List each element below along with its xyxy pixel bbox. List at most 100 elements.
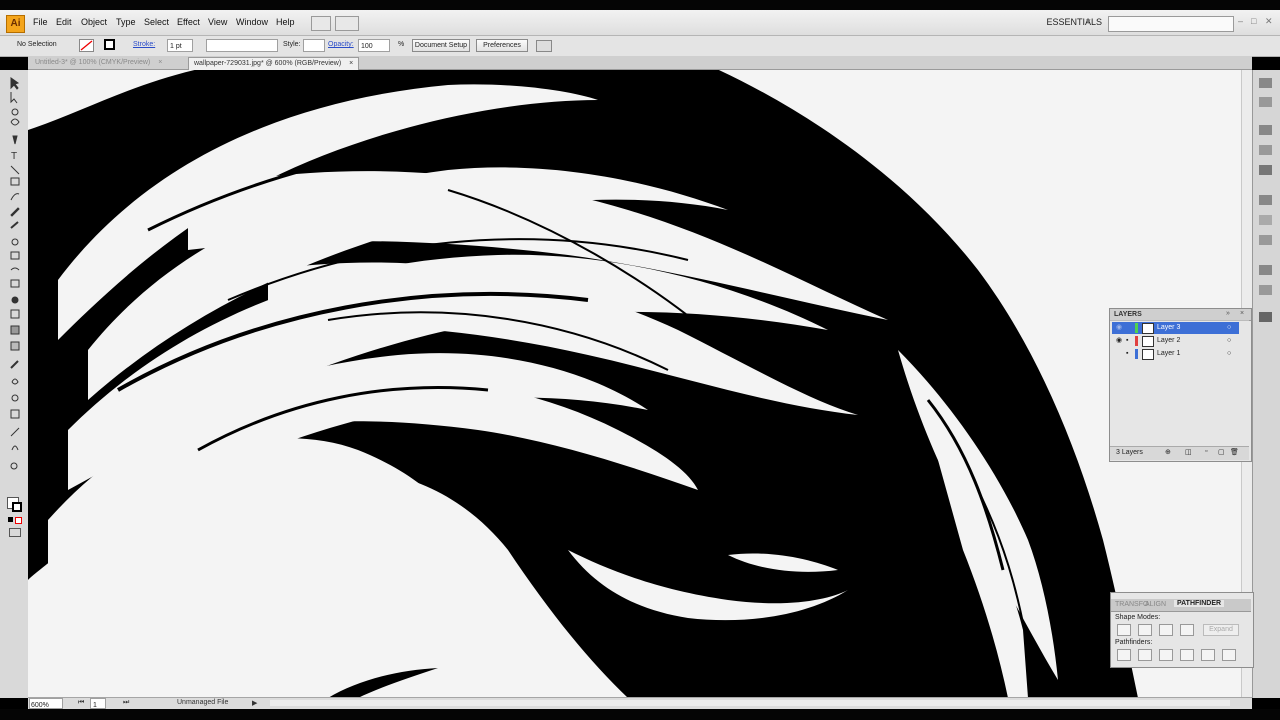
zoom-tool-icon: [10, 462, 18, 470]
layer-color-indicator: [1135, 323, 1138, 333]
brushes-icon[interactable]: [1259, 145, 1272, 155]
stroke-weight-field[interactable]: 1 pt: [167, 39, 193, 52]
symbols-icon[interactable]: [1259, 165, 1272, 175]
target-circle-icon[interactable]: ○: [1227, 322, 1231, 334]
arrange-documents-icon[interactable]: [335, 16, 359, 31]
shape-modes-label: Shape Modes:: [1115, 614, 1161, 621]
trim-icon[interactable]: [1138, 649, 1152, 661]
workspace-switcher[interactable]: ESSENTIALS: [1046, 17, 1102, 27]
menu-select[interactable]: Select: [144, 17, 169, 27]
menu-help[interactable]: Help: [276, 17, 295, 27]
minimize-icon[interactable]: –: [1238, 16, 1243, 26]
merge-icon[interactable]: [1159, 649, 1173, 661]
status-menu-arrow-icon[interactable]: ▶: [252, 699, 257, 707]
color-guide-icon[interactable]: [1259, 97, 1272, 107]
live-paint-tool-icon: [11, 394, 19, 402]
artboard-number-field[interactable]: 1: [90, 698, 106, 709]
artboard-canvas[interactable]: [28, 70, 1252, 698]
document-setup-button[interactable]: Document Setup: [412, 39, 470, 52]
chevron-down-icon[interactable]: ▾: [1086, 16, 1091, 27]
expand-button[interactable]: Expand: [1203, 624, 1239, 636]
appearance-icon[interactable]: [1259, 265, 1272, 275]
opacity-field[interactable]: 100: [358, 39, 390, 52]
make-clipping-mask-icon[interactable]: ◫: [1185, 448, 1192, 456]
intersect-icon[interactable]: [1159, 624, 1173, 636]
panel-collapse-icon[interactable]: »: [1226, 310, 1230, 317]
crop-icon[interactable]: [1180, 649, 1194, 661]
opacity-label[interactable]: Opacity:: [328, 41, 354, 48]
tab-transform[interactable]: TRANSFO: [1115, 601, 1148, 608]
tab-label: Untitled-3* @ 100% (CMYK/Preview): [35, 59, 151, 66]
layer-row-2[interactable]: ◉ ▪ Layer 2 ○: [1112, 335, 1239, 347]
screen-mode-icon[interactable]: [9, 528, 21, 537]
swatches-icon[interactable]: [1259, 125, 1272, 135]
rectangle-tool-icon: [10, 177, 20, 186]
lasso-tool-icon: [10, 118, 20, 126]
stroke-color-box[interactable]: [12, 502, 22, 512]
minus-front-icon[interactable]: [1138, 624, 1152, 636]
panel-close-icon[interactable]: ×: [1240, 310, 1244, 317]
lock-icon[interactable]: ▪: [1126, 335, 1128, 347]
tab-pathfinder[interactable]: PATHFINDER: [1174, 600, 1225, 607]
menu-view[interactable]: View: [208, 17, 227, 27]
lock-icon[interactable]: ▪: [1126, 348, 1128, 360]
close-icon[interactable]: ✕: [1265, 16, 1273, 27]
target-circle-icon[interactable]: ○: [1227, 348, 1231, 360]
gradient-panel-icon[interactable]: [1259, 215, 1272, 225]
outline-icon[interactable]: [1201, 649, 1215, 661]
new-layer-icon[interactable]: ▢: [1218, 448, 1225, 456]
stroke-panel-icon[interactable]: [1259, 195, 1272, 205]
fill-swatch[interactable]: [79, 39, 94, 52]
transparency-icon[interactable]: [1259, 235, 1272, 245]
stroke-swatch[interactable]: [104, 39, 115, 50]
search-input[interactable]: [1108, 16, 1234, 32]
horizontal-scrollbar[interactable]: [270, 700, 1230, 706]
color-panel-icon[interactable]: [1259, 78, 1272, 88]
target-circle-icon[interactable]: ○: [1227, 335, 1231, 347]
new-sublayer-icon[interactable]: ▫: [1205, 448, 1207, 455]
tab-align[interactable]: ALIGN: [1145, 601, 1166, 608]
preferences-button[interactable]: Preferences: [476, 39, 528, 52]
exclude-icon[interactable]: [1180, 624, 1194, 636]
bridge-icon[interactable]: [311, 16, 331, 31]
trash-icon[interactable]: 🗑: [1230, 448, 1239, 456]
color-mode-icon[interactable]: [8, 517, 13, 522]
pen-tool-icon: [12, 135, 18, 145]
layer-thumbnail: [1142, 349, 1154, 360]
next-artboard-icon[interactable]: ⏭: [123, 699, 129, 707]
layer-name: Layer 2: [1157, 337, 1181, 344]
tab-close-icon[interactable]: ×: [158, 59, 162, 66]
divide-icon[interactable]: [1117, 649, 1131, 661]
none-mode-icon[interactable]: [15, 517, 22, 524]
menu-object[interactable]: Object: [81, 17, 107, 27]
stroke-label[interactable]: Stroke:: [133, 41, 155, 48]
unite-icon[interactable]: [1117, 624, 1131, 636]
layers-panel-icon[interactable]: [1259, 312, 1272, 322]
menu-type[interactable]: Type: [116, 17, 136, 27]
menu-file[interactable]: File: [33, 17, 48, 27]
menu-edit[interactable]: Edit: [56, 17, 72, 27]
app-logo[interactable]: Ai: [6, 15, 25, 33]
tab-close-icon[interactable]: ×: [349, 60, 353, 67]
layer-row-1[interactable]: ▪ Layer 1 ○: [1112, 348, 1239, 360]
graphic-styles-icon[interactable]: [1259, 285, 1272, 295]
bottom-black-bar: [0, 709, 1280, 720]
minus-back-icon[interactable]: [1222, 649, 1236, 661]
tab-untitled-3[interactable]: Untitled-3* @ 100% (CMYK/Preview) ×: [30, 57, 167, 69]
variable-width-select[interactable]: [206, 39, 278, 52]
layer-color-indicator: [1135, 349, 1138, 359]
first-artboard-icon[interactable]: ⏮: [78, 699, 84, 707]
visibility-eye-icon[interactable]: ◉: [1116, 322, 1122, 334]
layer-row-3[interactable]: ◉ Layer 3 ○: [1112, 322, 1239, 334]
menu-window[interactable]: Window: [236, 17, 268, 27]
layer-name: Layer 3: [1157, 324, 1181, 331]
locate-object-icon[interactable]: ⊕: [1165, 448, 1171, 456]
menu-effect[interactable]: Effect: [177, 17, 200, 27]
maximize-icon[interactable]: □: [1251, 16, 1256, 26]
graphic-style-select[interactable]: [303, 39, 325, 52]
visibility-eye-icon[interactable]: ◉: [1116, 335, 1122, 347]
tab-wallpaper[interactable]: wallpaper-729031.jpg* @ 600% (RGB/Previe…: [188, 57, 360, 70]
artwork-hair: [28, 70, 1138, 698]
panel-menu-icon[interactable]: [536, 40, 552, 52]
zoom-field[interactable]: 600%: [29, 698, 63, 709]
